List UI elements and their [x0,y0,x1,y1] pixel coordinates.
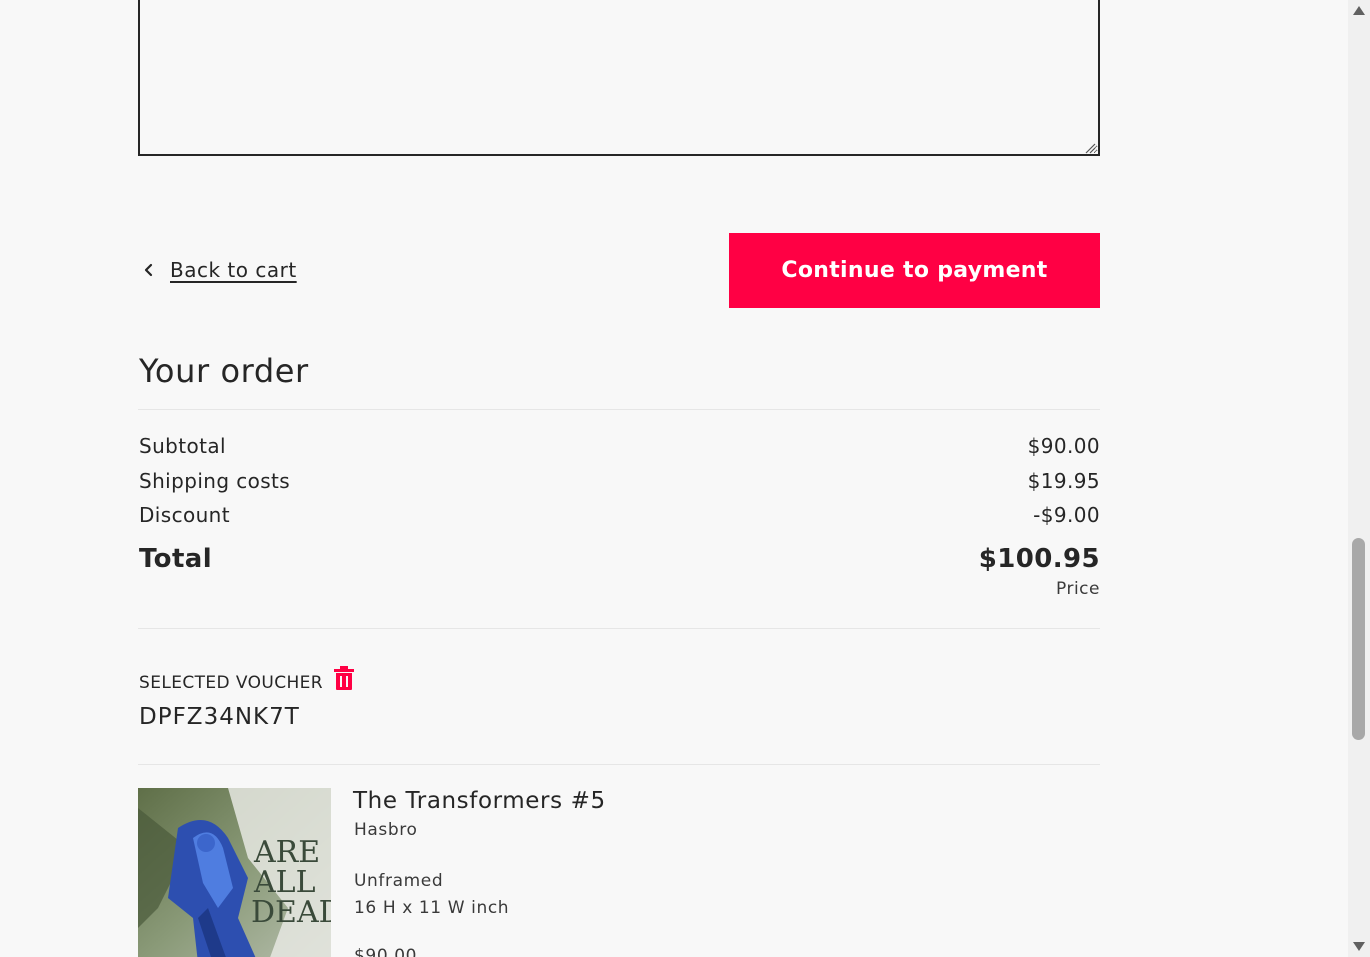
item-frame: Unframed [354,871,444,891]
discount-row: Discount -$9.00 [139,503,1100,527]
image-text: DEAD. [251,895,331,930]
checkout-page: Back to cart Continue to payment Your or… [0,0,1370,957]
subtotal-value: $90.00 [1027,434,1100,458]
scroll-up-icon[interactable] [1351,4,1367,18]
resize-handle-icon[interactable] [1084,142,1096,154]
shipping-row: Shipping costs $19.95 [139,469,1100,493]
total-value: $100.95 [978,544,1100,574]
continue-to-payment-button[interactable]: Continue to payment [729,233,1100,308]
item-price: $90.00 [354,946,418,957]
item-title[interactable]: The Transformers #5 [353,788,606,814]
divider [138,764,1100,765]
shipping-label: Shipping costs [139,469,291,493]
subtotal-row: Subtotal $90.00 [139,434,1100,458]
divider [138,409,1100,410]
price-note: Price [1056,579,1100,599]
divider [138,628,1100,629]
item-size: 16 H x 11 W inch [354,898,510,918]
scroll-down-icon[interactable] [1351,939,1367,953]
voucher-code: DPFZ34NK7T [139,704,300,730]
discount-value: -$9.00 [1033,503,1100,527]
back-to-cart-label: Back to cart [170,258,297,282]
chevron-left-icon [144,263,153,277]
product-image[interactable]: ARE ALL DEAD. [138,788,331,957]
total-label: Total [139,544,213,574]
trash-icon[interactable] [333,665,355,691]
order-title: Your order [139,352,309,390]
shipping-value: $19.95 [1027,469,1100,493]
subtotal-label: Subtotal [139,434,226,458]
back-to-cart-link[interactable]: Back to cart [142,258,297,282]
item-brand: Hasbro [354,820,418,840]
discount-label: Discount [139,503,231,527]
scrollbar-track[interactable] [1348,0,1370,957]
voucher-label: SELECTED VOUCHER [139,673,323,693]
order-notes-textarea[interactable] [138,0,1100,156]
scrollbar-thumb[interactable] [1352,538,1365,740]
total-row: Total $100.95 [139,544,1100,574]
